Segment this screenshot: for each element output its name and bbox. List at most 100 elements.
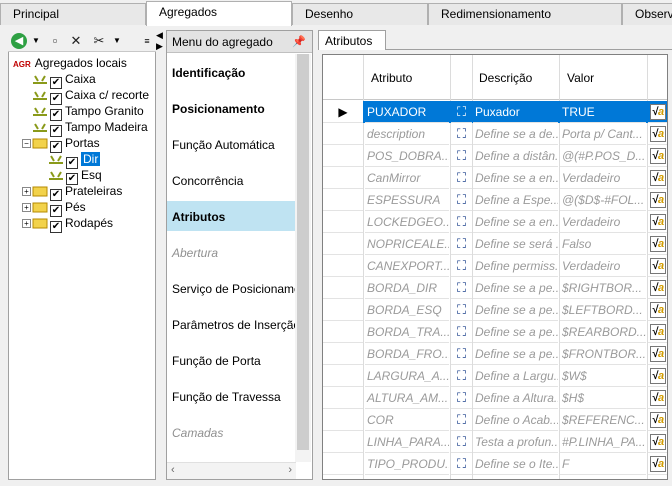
- value-cell[interactable]: Verdadeiro: [560, 211, 646, 233]
- cut-icon[interactable]: ✂: [91, 33, 107, 49]
- tree-item-dir[interactable]: ✔ Dir: [48, 151, 101, 169]
- value-cell[interactable]: $REFERENC...: [560, 409, 646, 431]
- attribute-name-cell[interactable]: CANEXPORT...: [365, 255, 449, 277]
- row-indicator[interactable]: [323, 211, 363, 233]
- value-cell[interactable]: $RIGHTBOR...: [560, 277, 646, 299]
- description-cell[interactable]: Define se a pe...: [473, 277, 558, 299]
- table-row[interactable]: TIPO_PRODU... ⛶ Define se o Ite... F √a: [323, 453, 667, 475]
- dropdown-icon[interactable]: ▼: [109, 33, 125, 49]
- row-indicator[interactable]: [323, 123, 363, 145]
- description-cell[interactable]: Testa a profun...: [473, 431, 558, 453]
- description-cell[interactable]: Define se o Ite...: [473, 453, 558, 475]
- tree-item-esq[interactable]: ✔ Esq: [48, 167, 102, 185]
- scroll-left-icon[interactable]: ‹: [171, 464, 175, 476]
- binoculars-icon[interactable]: ⛶: [451, 123, 472, 145]
- table-row[interactable]: ESPESSURA ⛶ Define a Espe... @($D$-#FOL... √…: [323, 189, 667, 211]
- dropdown-icon[interactable]: ▼: [28, 33, 44, 49]
- tree-item-caixa-recorte[interactable]: ✔ Caixa c/ recorte: [32, 87, 149, 105]
- binoculars-icon[interactable]: ⛶: [451, 255, 472, 277]
- description-cell[interactable]: Define se a pe...: [473, 299, 558, 321]
- header-valor[interactable]: Valor: [567, 71, 594, 85]
- formula-icon[interactable]: √a: [648, 145, 667, 167]
- description-cell[interactable]: Define se a en...: [473, 211, 558, 233]
- tree-root[interactable]: AGR Agregados locais: [13, 55, 127, 71]
- menu-vertical-scrollbar[interactable]: [295, 54, 311, 462]
- expand-icon[interactable]: +: [22, 187, 31, 196]
- scroll-right-icon[interactable]: ›: [288, 464, 292, 476]
- attribute-name-cell[interactable]: POS_DOBRA...: [365, 145, 449, 167]
- binoculars-icon[interactable]: ⛶: [451, 233, 472, 255]
- table-row[interactable]: BORDA_FRO... ⛶ Define se a pe... $FRONTBOR.…: [323, 343, 667, 365]
- attribute-name-cell[interactable]: CanMirror: [365, 167, 449, 189]
- formula-icon[interactable]: √a: [648, 321, 667, 343]
- tab-redimensionamento[interactable]: Redimensionamento: [428, 3, 622, 25]
- menu-item-posicionamento[interactable]: Posicionamento: [167, 93, 296, 123]
- row-indicator[interactable]: [323, 387, 363, 409]
- description-cell[interactable]: Define permiss...: [473, 255, 558, 277]
- pin-icon[interactable]: 📌: [292, 35, 306, 48]
- formula-icon[interactable]: √a: [648, 101, 667, 123]
- formula-icon[interactable]: √a: [648, 167, 667, 189]
- menu-item-abertura[interactable]: Abertura: [167, 237, 296, 267]
- tab-agregados[interactable]: Agregados: [146, 1, 292, 26]
- value-cell[interactable]: Porta p/ Cant...: [560, 123, 646, 145]
- attribute-name-cell[interactable]: PUXADOR: [365, 101, 449, 123]
- formula-icon[interactable]: √a: [648, 387, 667, 409]
- value-cell[interactable]: @($D$-#FOL...: [560, 189, 646, 211]
- row-indicator[interactable]: [323, 431, 363, 453]
- binoculars-icon[interactable]: ⛶: [451, 189, 472, 211]
- row-indicator[interactable]: [323, 409, 363, 431]
- table-row[interactable]: LINHA_PARA... ⛶ Testa a profun... #P.LINHA_…: [323, 431, 667, 453]
- delete-icon[interactable]: ✕: [68, 33, 84, 49]
- attribute-name-cell[interactable]: BORDA_ESQ: [365, 299, 449, 321]
- scroll-thumb[interactable]: [297, 54, 309, 450]
- attribute-name-cell[interactable]: LARGURA_A...: [365, 365, 449, 387]
- description-cell[interactable]: Define a Largu...: [473, 365, 558, 387]
- back-icon[interactable]: ◀: [11, 33, 27, 49]
- value-cell[interactable]: F: [560, 453, 646, 475]
- table-row[interactable]: COR ⛶ Define o Acab... $REFERENC... √a: [323, 409, 667, 431]
- table-row[interactable]: LARGURA_A... ⛶ Define a Largu... $W$ √a: [323, 365, 667, 387]
- attribute-name-cell[interactable]: NOPRICEALE...: [365, 233, 449, 255]
- table-row[interactable]: POS_DOBRA... ⛶ Define a distân... @(#P.POS_…: [323, 145, 667, 167]
- binoculars-icon[interactable]: ⛶: [451, 321, 472, 343]
- tree-item-prateleiras[interactable]: ✔ Prateleiras: [32, 183, 122, 201]
- value-cell[interactable]: $REARBORD...: [560, 321, 646, 343]
- tab-observ[interactable]: Observ: [622, 3, 672, 25]
- value-cell[interactable]: @(#P.POS_D...: [560, 145, 646, 167]
- formula-icon[interactable]: √a: [648, 211, 667, 233]
- tree-item-rodapes[interactable]: ✔ Rodapés: [32, 215, 113, 233]
- header-atributo[interactable]: Atributo: [371, 71, 412, 85]
- description-cell[interactable]: Define se a en...: [473, 167, 558, 189]
- binoculars-icon[interactable]: ⛶: [451, 453, 472, 475]
- value-cell[interactable]: $W$: [560, 365, 646, 387]
- row-indicator[interactable]: [323, 167, 363, 189]
- tab-atributos[interactable]: Atributos: [318, 30, 386, 50]
- binoculars-icon[interactable]: ⛶: [451, 409, 472, 431]
- description-cell[interactable]: Define a Espe...: [473, 189, 558, 211]
- attribute-name-cell[interactable]: description: [365, 123, 449, 145]
- formula-icon[interactable]: √a: [648, 299, 667, 321]
- menu-item-atributos[interactable]: Atributos: [167, 201, 296, 231]
- binoculars-icon[interactable]: ⛶: [451, 145, 472, 167]
- attribute-name-cell[interactable]: LINHA_PARA...: [365, 431, 449, 453]
- formula-icon[interactable]: √a: [648, 189, 667, 211]
- formula-icon[interactable]: √a: [648, 277, 667, 299]
- tree-item-tampo-madeira[interactable]: ✔ Tampo Madeira: [32, 119, 148, 137]
- row-indicator[interactable]: [323, 343, 363, 365]
- value-cell[interactable]: TRUE: [560, 101, 646, 123]
- binoculars-icon[interactable]: ⛶: [451, 299, 472, 321]
- description-cell[interactable]: Define a distân...: [473, 145, 558, 167]
- formula-icon[interactable]: √a: [648, 255, 667, 277]
- formula-icon[interactable]: √a: [648, 233, 667, 255]
- expand-icon[interactable]: +: [22, 219, 31, 228]
- tab-principal[interactable]: Principal: [0, 3, 146, 25]
- description-cell[interactable]: Define o Acab...: [473, 409, 558, 431]
- formula-icon[interactable]: √a: [648, 343, 667, 365]
- row-indicator[interactable]: [323, 453, 363, 475]
- binoculars-icon[interactable]: ⛶: [451, 365, 472, 387]
- value-cell[interactable]: #P.LINHA_PA...: [560, 431, 646, 453]
- menu-item-servico-posicionamento[interactable]: Serviço de Posicionamento: [167, 273, 296, 303]
- table-row[interactable]: ▶ PUXADOR ⛶ Puxador TRUE √a: [323, 101, 667, 123]
- table-row[interactable]: CanMirror ⛶ Define se a en... Verdadeiro √a: [323, 167, 667, 189]
